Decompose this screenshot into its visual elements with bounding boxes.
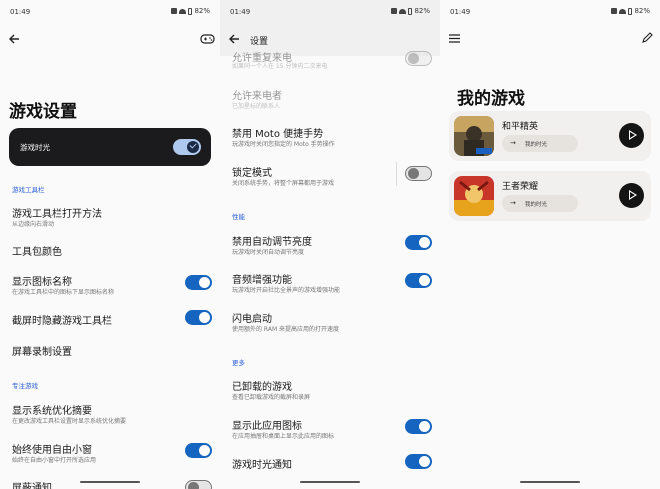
lock-mode-toggle[interactable] <box>405 166 432 181</box>
hide-toolbar-title[interactable]: 截屏时隐藏游戏工具栏 <box>12 312 112 327</box>
game-time-notify-toggle[interactable] <box>405 454 432 469</box>
auto-brightness-title[interactable]: 禁用自动调节亮度 <box>232 233 312 248</box>
show-app-icon-title[interactable]: 显示此应用图标 <box>232 417 302 432</box>
auto-brightness-sub: 玩游戏时关闭自动调节亮度 <box>232 249 305 256</box>
repeat-callers-toggle[interactable] <box>405 51 432 66</box>
lock-mode-title[interactable]: 锁定模式 <box>232 164 272 179</box>
system-optimization-sub: 在更改游戏工具栏设置时显示系统优化摘要 <box>12 418 127 425</box>
back-arrow-icon[interactable] <box>8 33 20 45</box>
wifi-icon <box>619 8 627 14</box>
game-card[interactable]: 王者荣耀 → 我的时光 <box>449 171 651 221</box>
my-time-button[interactable]: → 我的时光 <box>502 195 578 212</box>
system-optimization-title[interactable]: 显示系统优化摘要 <box>12 402 92 417</box>
allow-callers-sub: 已加星标的联系人 <box>232 103 281 110</box>
status-icons: 82% <box>611 7 650 15</box>
arrow-right-icon: → <box>510 199 516 207</box>
audio-enhance-toggle[interactable] <box>405 273 432 288</box>
audio-enhance-sub: 玩游戏时开启社比全景声的游戏增强功能 <box>232 287 341 294</box>
status-time: 01:49 <box>10 8 31 16</box>
block-notifications-title[interactable]: 屏蔽通知 <box>12 479 52 489</box>
moto-gestures-title[interactable]: 禁用 Moto 便捷手势 <box>232 125 323 140</box>
battery-level: 82% <box>634 7 650 15</box>
status-icons: 82% <box>171 7 210 15</box>
game-time-notify-title[interactable]: 游戏时光通知 <box>232 456 292 471</box>
game-name: 王者荣耀 <box>502 182 539 192</box>
menu-icon[interactable] <box>449 34 460 43</box>
moto-gestures-sub: 玩游戏时关闭您指定的 Moto 手势操作 <box>232 141 335 148</box>
status-time: 01:49 <box>450 8 471 16</box>
battery-level: 82% <box>414 7 430 15</box>
game-icon-peacekeeper <box>454 116 494 156</box>
my-time-label: 我的时光 <box>525 202 548 208</box>
panel-my-games: 01:49 82% 我的游戏 和平精英 → 我的时光 王者荣耀 → 我的时光 <box>440 0 660 489</box>
nfc-icon <box>171 8 178 14</box>
free-window-title[interactable]: 始终使用自由小窗 <box>12 441 92 456</box>
game-time-label: 游戏时光 <box>20 143 50 152</box>
page-title: 我的游戏 <box>457 89 525 109</box>
home-indicator <box>520 481 580 483</box>
toolbar-open-method-title[interactable]: 游戏工具栏打开方法 <box>12 205 102 220</box>
uninstalled-games-sub: 查看已卸载游戏的截屏和录屏 <box>232 394 311 401</box>
check-icon <box>189 141 197 149</box>
game-icon-honor-of-kings <box>454 176 494 216</box>
section-performance: 性能 <box>232 213 245 221</box>
my-time-button[interactable]: → 我的时光 <box>502 135 578 152</box>
arrow-right-icon: → <box>510 139 516 147</box>
screen-record-settings-title[interactable]: 屏幕录制设置 <box>12 343 72 358</box>
flash-launch-title[interactable]: 闪电启动 <box>232 310 272 325</box>
game-name: 和平精英 <box>502 122 539 132</box>
auto-brightness-toggle[interactable] <box>405 235 432 250</box>
game-time-card[interactable]: 游戏时光 <box>9 128 211 166</box>
show-icon-names-title[interactable]: 显示图标名称 <box>12 273 72 288</box>
header-title: 设置 <box>250 37 269 47</box>
repeat-callers-sub: 如果同一个人在 15 分钟内二次来电 <box>232 63 328 70</box>
toolkit-color-title[interactable]: 工具包颜色 <box>12 243 62 258</box>
section-more: 更多 <box>232 359 245 367</box>
flash-launch-sub: 使用额外的 RAM 来提高应用的打开速度 <box>232 326 340 333</box>
back-arrow-icon[interactable] <box>228 33 240 45</box>
audio-enhance-title[interactable]: 音频增强功能 <box>232 271 292 286</box>
status-bar: 01:49 82% <box>220 0 440 22</box>
my-time-label: 我的时光 <box>525 142 548 148</box>
wifi-icon <box>179 8 187 14</box>
game-time-toggle[interactable] <box>173 139 201 155</box>
lock-mode-sub: 关闭系统手势，将整个屏幕都用于游戏 <box>232 180 335 187</box>
show-app-icon-sub: 在应用抽屉和桌面上显示此应用的图标 <box>232 433 335 440</box>
free-window-sub: 始终在自由小窗中打开所选应用 <box>12 457 97 464</box>
section-focus: 专注游戏 <box>12 382 38 390</box>
nfc-icon <box>391 8 398 14</box>
allow-callers-title[interactable]: 允许来电者 <box>232 87 282 102</box>
status-icons: 82% <box>391 7 430 15</box>
home-indicator <box>300 481 360 483</box>
free-window-toggle[interactable] <box>185 443 212 458</box>
gamepad-icon[interactable] <box>200 33 215 45</box>
nfc-icon <box>611 8 618 14</box>
play-button[interactable] <box>619 123 644 148</box>
show-icon-names-sub: 在游戏工具栏中的图标下显示图标名称 <box>12 289 115 296</box>
battery-icon <box>408 7 413 15</box>
status-time: 01:49 <box>230 8 251 16</box>
show-icon-names-toggle[interactable] <box>185 275 212 290</box>
toolbar-open-method-sub: 从边缘向右滑动 <box>12 221 55 228</box>
wifi-icon <box>399 8 407 14</box>
panel-settings: 01:49 82% 设置 允许重复来电 如果同一个人在 15 分钟内二次来电 允… <box>220 0 440 489</box>
battery-icon <box>628 7 633 15</box>
uninstalled-games-title[interactable]: 已卸载的游戏 <box>232 378 292 393</box>
home-indicator <box>80 481 140 483</box>
block-notifications-toggle[interactable] <box>185 480 212 489</box>
play-button[interactable] <box>619 183 644 208</box>
game-card[interactable]: 和平精英 → 我的时光 <box>449 111 651 161</box>
edit-pencil-icon[interactable] <box>642 32 653 43</box>
battery-level: 82% <box>194 7 210 15</box>
status-bar: 01:49 82% <box>0 0 220 22</box>
page-title: 游戏设置 <box>9 102 77 122</box>
hide-toolbar-toggle[interactable] <box>185 310 212 325</box>
section-toolbar: 游戏工具栏 <box>12 186 45 194</box>
show-app-icon-toggle[interactable] <box>405 419 432 434</box>
divider <box>396 162 397 186</box>
battery-icon <box>188 7 193 15</box>
panel-game-settings: 01:49 82% 游戏设置 游戏时光 游戏工具栏 游戏工具栏打开方法 从边缘向… <box>0 0 220 489</box>
status-bar: 01:49 82% <box>440 0 660 22</box>
